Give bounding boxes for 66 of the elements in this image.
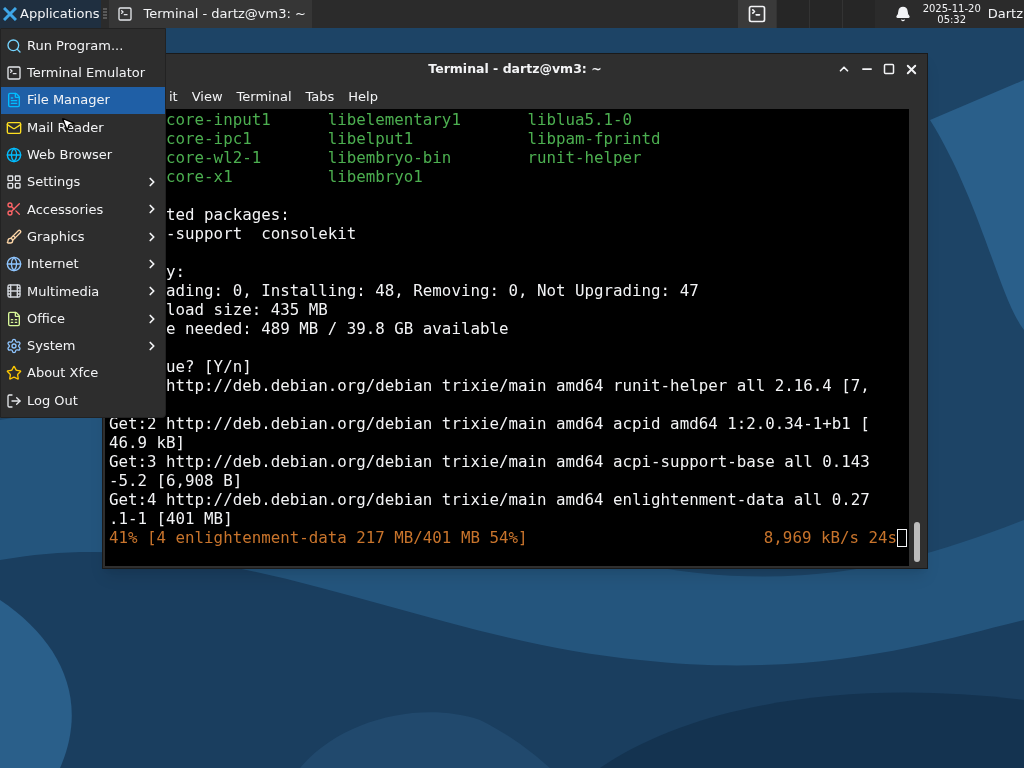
- package-line: core-x1 libembryo1: [166, 167, 423, 186]
- xfce-logo-icon: [3, 7, 17, 21]
- film-icon: [6, 283, 22, 300]
- workspace-switcher[interactable]: [737, 0, 875, 28]
- menu-item[interactable]: Settings: [1, 168, 165, 196]
- menu-item[interactable]: Graphics: [1, 223, 165, 251]
- output-line: y:: [166, 262, 186, 281]
- menu-item[interactable]: Mail Reader: [1, 113, 165, 142]
- output-line: Get:4 http://deb.debian.org/debian trixie/main amd64 enlightenment-data all 0.27: [109, 490, 870, 509]
- output-line: e needed: 489 MB / 39.8 GB available: [166, 319, 509, 338]
- scissors-icon: [6, 201, 22, 218]
- terminal-icon: [117, 6, 134, 22]
- menu-item[interactable]: File Manager: [1, 86, 165, 114]
- output-line: 46.9 kB]: [109, 433, 186, 452]
- log-out-icon: [6, 392, 22, 409]
- output-line: ading: 0, Installing: 48, Removing: 0, Not Upgrading: 47: [166, 281, 699, 300]
- menu-item[interactable]: About Xfce: [1, 359, 165, 387]
- output-line: http://deb.debian.org/debian trixie/main amd64 runit-helper all 2.16.4 [7,: [166, 376, 870, 395]
- terminal-icon: [746, 4, 767, 24]
- menu-item[interactable]: Terminal Emulator: [1, 59, 165, 87]
- package-line: core-input1 libelementary1 liblua5.1-0: [166, 110, 633, 129]
- package-line: core-wl2-1 libembryo-bin runit-helper: [166, 148, 642, 167]
- terminal-icon: [6, 64, 22, 81]
- search-icon: [6, 37, 22, 54]
- taskbar-window-button[interactable]: Terminal - dartz@vm3: ~: [109, 0, 313, 28]
- globe-icon: [6, 146, 22, 163]
- menu-item[interactable]: View: [191, 86, 223, 107]
- text-cursor: [897, 528, 907, 547]
- star-icon: [6, 365, 22, 382]
- output-line: load size: 435 MB: [166, 300, 328, 319]
- brush-icon: [6, 228, 22, 245]
- output-line: -5.2 [6,908 B]: [109, 471, 243, 490]
- output-line: .1-1 [401 MB]: [109, 509, 233, 528]
- menu-item[interactable]: Office: [1, 304, 165, 333]
- menu-item[interactable]: Terminal: [236, 86, 292, 107]
- menu-item[interactable]: it: [169, 86, 178, 107]
- globe-icon: [6, 256, 22, 272]
- menu-item[interactable]: Accessories: [1, 195, 165, 224]
- document-icon: [6, 310, 22, 327]
- document-icon: [6, 92, 22, 109]
- progress-line: 41% [4 enlightenment-data 217 MB/401 MB 54%]: [109, 528, 528, 547]
- drag-handle-icon: [103, 7, 108, 21]
- menu-item[interactable]: Tabs: [305, 86, 335, 107]
- window-title: Terminal - dartz@vm3: ~: [428, 59, 602, 78]
- output-line: ue? [Y/n]: [166, 357, 252, 376]
- package-line: core-ipc1 libelput1 libpam-fprintd: [166, 129, 661, 148]
- download-rate: 8,969 kB/s 24s: [763, 528, 897, 547]
- maximize-icon[interactable]: [883, 63, 895, 75]
- notification-icon[interactable]: [894, 6, 911, 22]
- menu-item[interactable]: Run Program...: [1, 32, 165, 60]
- clock-time: 05:32: [937, 14, 967, 25]
- menu-item[interactable]: Log Out: [1, 386, 165, 415]
- menu-item[interactable]: Help: [348, 86, 378, 107]
- settings-icon: [6, 337, 22, 354]
- menu-item[interactable]: Multimedia: [1, 277, 165, 305]
- user-name[interactable]: Dartz: [987, 4, 1023, 24]
- output-line: ted packages:: [166, 205, 290, 224]
- mail-icon: [6, 119, 22, 136]
- applications-button[interactable]: Applications: [0, 0, 102, 28]
- output-line: Get:3 http://deb.debian.org/debian trixie/main amd64 acpi-support-base all 0.143: [109, 452, 870, 471]
- menu-item[interactable]: System: [1, 332, 165, 360]
- clock-date: 2025-11-20: [922, 3, 981, 14]
- grid-icon: [6, 174, 22, 191]
- menu-item[interactable]: Web Browser: [1, 141, 165, 169]
- output-line: -support consolekit: [166, 224, 357, 243]
- menu-item[interactable]: Internet: [1, 250, 165, 278]
